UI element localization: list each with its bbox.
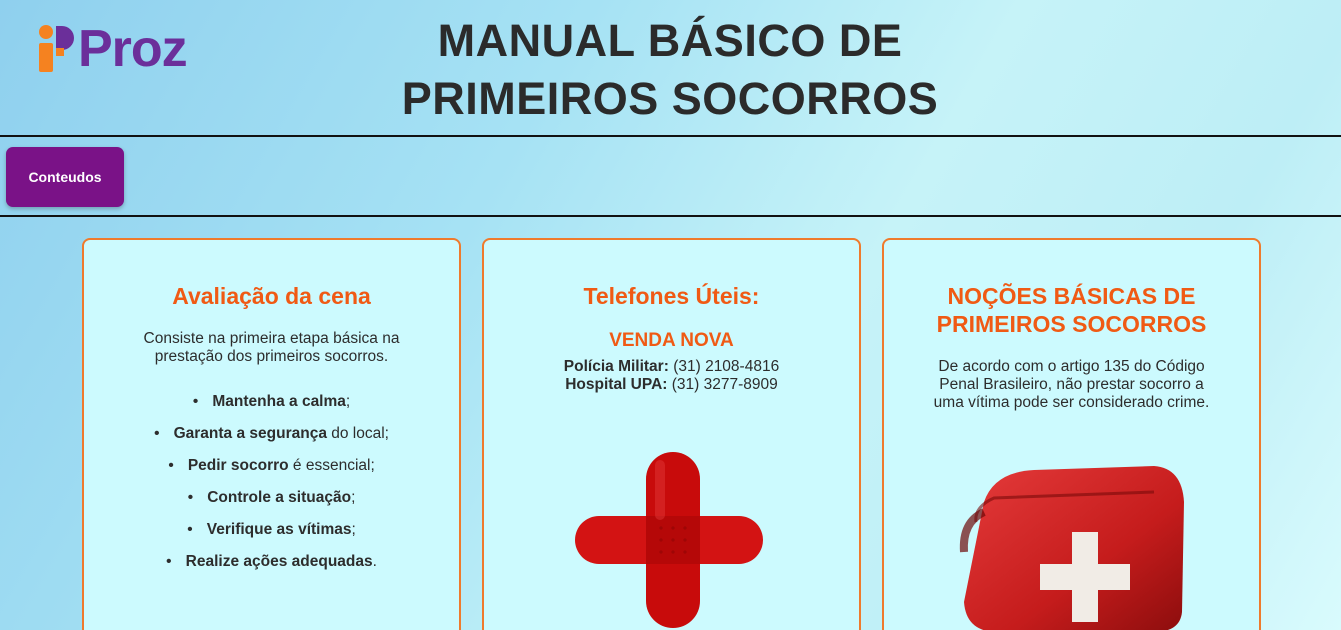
logo-text: Proz — [78, 20, 188, 78]
scene-assessment-card: Avaliação da cena Consiste na primeira e… — [82, 238, 461, 630]
bandage-cross-icon — [575, 452, 763, 628]
phone-police: Polícia Militar: (31) 2108-4816 — [563, 358, 780, 375]
page-title-line2: PRIMEIROS SOCORROS — [401, 73, 939, 124]
proz-logo-icon — [39, 25, 74, 72]
list-item: Realize ações adequadas. — [84, 546, 459, 578]
basics-card-text: De acordo com o artigo 135 do Código Pen… — [933, 358, 1210, 411]
page-title-line1: MANUAL BÁSICO DE — [437, 15, 903, 66]
basics-title-line2: PRIMEIROS SOCORROS — [936, 311, 1207, 337]
proz-logo[interactable]: Proz — [38, 20, 208, 78]
basics-title-line1: NOÇÕES BÁSICAS DE — [947, 283, 1196, 309]
conteudos-button[interactable]: Conteudos — [6, 147, 124, 207]
scene-steps-list: Mantenha a calma; Garanta a segurança do… — [84, 386, 459, 578]
scene-card-intro: Consiste na primeira etapa básica na pre… — [143, 330, 400, 365]
useful-phones-card: Telefones Úteis: VENDA NOVA Polícia Mili… — [482, 238, 861, 630]
first-aid-kit-icon — [959, 466, 1184, 630]
list-item: Mantenha a calma; — [84, 386, 459, 418]
list-item: Controle a situação; — [84, 482, 459, 514]
first-aid-basics-card: NOÇÕES BÁSICAS DE PRIMEIROS SOCORROS De … — [882, 238, 1261, 630]
list-item: Pedir socorro é essencial; — [84, 450, 459, 482]
list-item: Garanta a segurança do local; — [84, 418, 459, 450]
list-item: Verifique as vítimas; — [84, 514, 459, 546]
site-header: Proz MANUAL BÁSICO DE PRIMEIROS SOCORROS — [0, 0, 1341, 137]
scene-card-title: Avaliação da cena — [172, 283, 371, 309]
basics-card-title: NOÇÕES BÁSICAS DE PRIMEIROS SOCORROS — [884, 282, 1259, 338]
region-heading: VENDA NOVA — [609, 330, 734, 351]
phone-hospital: Hospital UPA: (31) 3277-8909 — [565, 376, 778, 393]
nav-bar: Conteudos — [0, 137, 1341, 217]
page-title: MANUAL BÁSICO DE PRIMEIROS SOCORROS — [340, 12, 1000, 128]
phones-card-title: Telefones Úteis: — [583, 283, 760, 309]
